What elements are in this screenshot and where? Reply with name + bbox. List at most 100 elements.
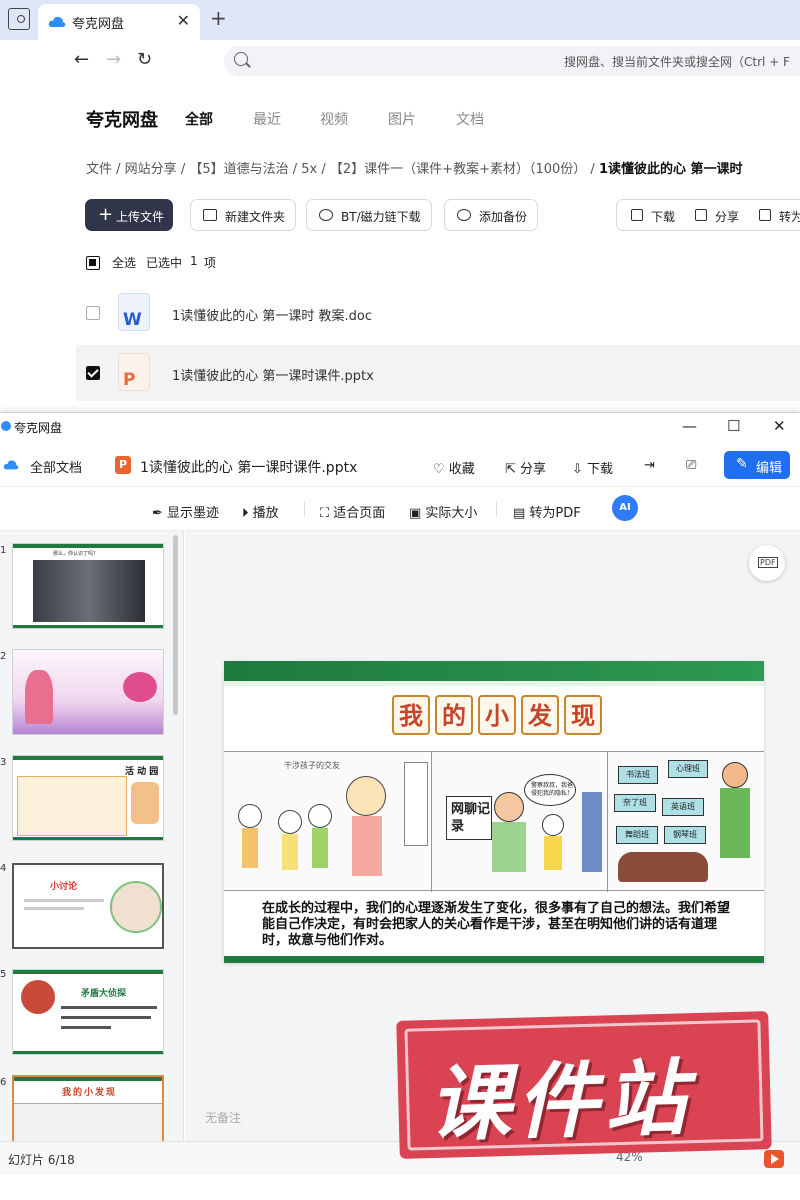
forward-arrow-icon[interactable]: →	[106, 49, 121, 70]
share-button[interactable]: ⇱ 分享	[505, 458, 546, 477]
close-icon[interactable]: ✕	[773, 417, 786, 435]
toolbar-divider	[304, 501, 305, 517]
sidebar-toggle-icon[interactable]	[8, 8, 30, 30]
tab-recent[interactable]: 最近	[253, 109, 281, 129]
share-label: 分享	[520, 462, 547, 477]
file-row[interactable]: W 1读懂彼此的心 第一课时 教案.doc	[76, 285, 800, 341]
upload-file-button[interactable]: + 上传文件	[85, 199, 173, 231]
download-label: 下载	[587, 462, 614, 477]
child-body	[242, 828, 258, 868]
pdf-float-button[interactable]	[749, 545, 785, 581]
add-backup-button[interactable]: 添加备份	[444, 199, 539, 231]
actual-size-button[interactable]: ▣ 实际大小	[409, 502, 477, 521]
slide-thumbnail[interactable]: 活 动 园	[12, 755, 164, 841]
drive-page: 夸克网盘 全部 最近 视频 图片 文档 文件 / 网站分享 / 【5】道德与法治…	[0, 82, 800, 412]
child-body	[282, 834, 298, 870]
file-row[interactable]: P 1读懂彼此的心 第一课时课件.pptx	[76, 345, 800, 401]
new-tab-icon[interactable]: +	[210, 6, 227, 30]
download-button[interactable]: 下载	[651, 208, 675, 225]
bt-download-button[interactable]: BT/磁力链下载	[306, 199, 432, 231]
thumb-number: 2	[0, 651, 7, 662]
file-checkbox[interactable]	[86, 366, 100, 380]
breadcrumb-item[interactable]: 【5】道德与法治	[189, 162, 288, 177]
favorite-button[interactable]: ♡ 收藏	[433, 458, 475, 477]
ai-assistant-button[interactable]: AI	[612, 495, 638, 521]
edit-button[interactable]: 编辑	[724, 451, 790, 479]
class-box: 英语班	[662, 798, 704, 816]
selected-unit: 项	[204, 256, 217, 270]
viewer-header: 全部文档 P 1读懂彼此的心 第一课时课件.pptx ♡ 收藏 ⇱ 分享 ⇩ 下…	[0, 443, 800, 487]
actual-size-label: 实际大小	[425, 506, 478, 521]
breadcrumb-item[interactable]: 【2】课件一（课件+教案+素材）（100份）	[330, 162, 586, 177]
download-button[interactable]: ⇩ 下载	[572, 458, 613, 477]
current-slide: 我 的 小 发 现 干涉孩子的交友 网聊记录 警察叔叔，我爸侵犯我的隐私！ 书法…	[224, 661, 764, 963]
viewer-toolbar: ✒ 显示墨迹 ⏵ 播放 ⛶ 适合页面 ▣ 实际大小 ▤ 转为PDF AI	[0, 487, 800, 531]
fit-page-icon: ⛶	[320, 506, 334, 521]
convert-pdf-button[interactable]: ▤ 转为PDF	[513, 502, 581, 521]
thumb-text-line	[24, 907, 84, 910]
bt-download-label: BT/磁力链下载	[341, 210, 421, 224]
select-all-label[interactable]: 全选	[112, 254, 136, 271]
thumb-number: 1	[0, 545, 7, 556]
tab-document[interactable]: 文档	[456, 109, 484, 129]
thumb-baby-photo	[110, 881, 162, 933]
export-icon[interactable]: ⇥	[644, 458, 655, 473]
thumb-footer-bar	[13, 837, 163, 840]
comic-panel-chat: 网聊记录 警察叔叔，我爸侵犯我的隐私！	[432, 752, 608, 892]
slide-thumbnail[interactable]: 矛盾大侦探	[12, 969, 164, 1055]
mother-body	[352, 816, 382, 876]
all-documents-link[interactable]: 全部文档	[30, 457, 82, 476]
thumb-title: 我的小发现	[62, 1088, 118, 1098]
breadcrumb-item[interactable]: 5x	[301, 162, 317, 177]
play-button[interactable]: ⏵ 播放	[242, 502, 279, 521]
browser-tab[interactable]: 夸克网盘 ✕	[38, 4, 200, 40]
back-arrow-icon[interactable]: ←	[74, 49, 89, 70]
slide-thumbnail[interactable]: 小讨论	[12, 863, 164, 949]
file-name[interactable]: 1读懂彼此的心 第一课时课件.pptx	[172, 365, 374, 384]
feedback-icon[interactable]: ⎚	[686, 458, 696, 473]
share-button[interactable]: 分享	[715, 208, 739, 225]
fit-page-label: 适合页面	[333, 506, 386, 521]
heart-icon: ♡	[433, 462, 449, 477]
minimize-icon[interactable]: —	[682, 417, 697, 435]
show-ink-label: 显示墨迹	[167, 506, 220, 521]
tab-image[interactable]: 图片	[388, 109, 416, 129]
play-icon: ⏵	[242, 506, 253, 521]
slide-thumbnail[interactable]: 那么，你认识了吗？	[12, 543, 164, 629]
breadcrumb-item[interactable]: 文件	[86, 162, 112, 177]
thumb-text: 那么，你认识了吗？	[53, 551, 99, 557]
address-placeholder: 搜网盘、搜当前文件夹或搜全网（Ctrl + F	[564, 55, 790, 69]
convert-pdf-button[interactable]: 转为	[779, 208, 800, 225]
crushed-child	[618, 852, 708, 882]
brand-logo[interactable]: 夸克网盘	[86, 106, 158, 132]
slide-notes[interactable]: 无备注	[205, 1109, 241, 1126]
fit-page-button[interactable]: ⛶ 适合页面	[320, 502, 385, 521]
father-figure	[494, 792, 524, 822]
comic-strip: 干涉孩子的交友 网聊记录 警察叔叔，我爸侵犯我的隐私！ 书法班 心理班 奈了班 …	[224, 751, 764, 892]
toolbar-divider	[496, 501, 497, 517]
tab-all[interactable]: 全部	[185, 109, 213, 129]
viewer-app-name: 夸克网盘	[14, 421, 63, 435]
maximize-icon[interactable]: ☐	[727, 417, 740, 435]
slide-thumbnail[interactable]	[12, 649, 164, 735]
breadcrumb-item[interactable]: 网站分享	[125, 162, 177, 177]
police-figure	[582, 792, 602, 872]
slideshow-play-icon[interactable]	[764, 1150, 784, 1168]
cloud-icon	[3, 460, 19, 470]
file-name[interactable]: 1读懂彼此的心 第一课时 教案.doc	[172, 305, 372, 324]
thumbnail-scrollbar[interactable]	[173, 535, 178, 715]
tab-video[interactable]: 视频	[320, 109, 348, 129]
tab-close-icon[interactable]: ✕	[177, 11, 190, 30]
show-ink-button[interactable]: ✒ 显示墨迹	[152, 502, 219, 521]
slide-thumbnail-active[interactable]: 我的小发现	[12, 1075, 164, 1141]
new-folder-button[interactable]: 新建文件夹	[190, 199, 297, 231]
reload-icon[interactable]: ↻	[137, 49, 152, 70]
select-all-checkbox[interactable]	[86, 256, 100, 270]
ppt-file-icon: P	[118, 353, 150, 391]
child-figure	[308, 804, 332, 828]
thumb-face-photo	[21, 980, 55, 1014]
thumb-text-line	[61, 1006, 157, 1009]
viewer-titlebar: 夸克网盘 — ☐ ✕	[0, 413, 800, 443]
address-bar[interactable]: 搜网盘、搜当前文件夹或搜全网（Ctrl + F	[224, 46, 800, 76]
file-checkbox[interactable]	[86, 306, 100, 320]
